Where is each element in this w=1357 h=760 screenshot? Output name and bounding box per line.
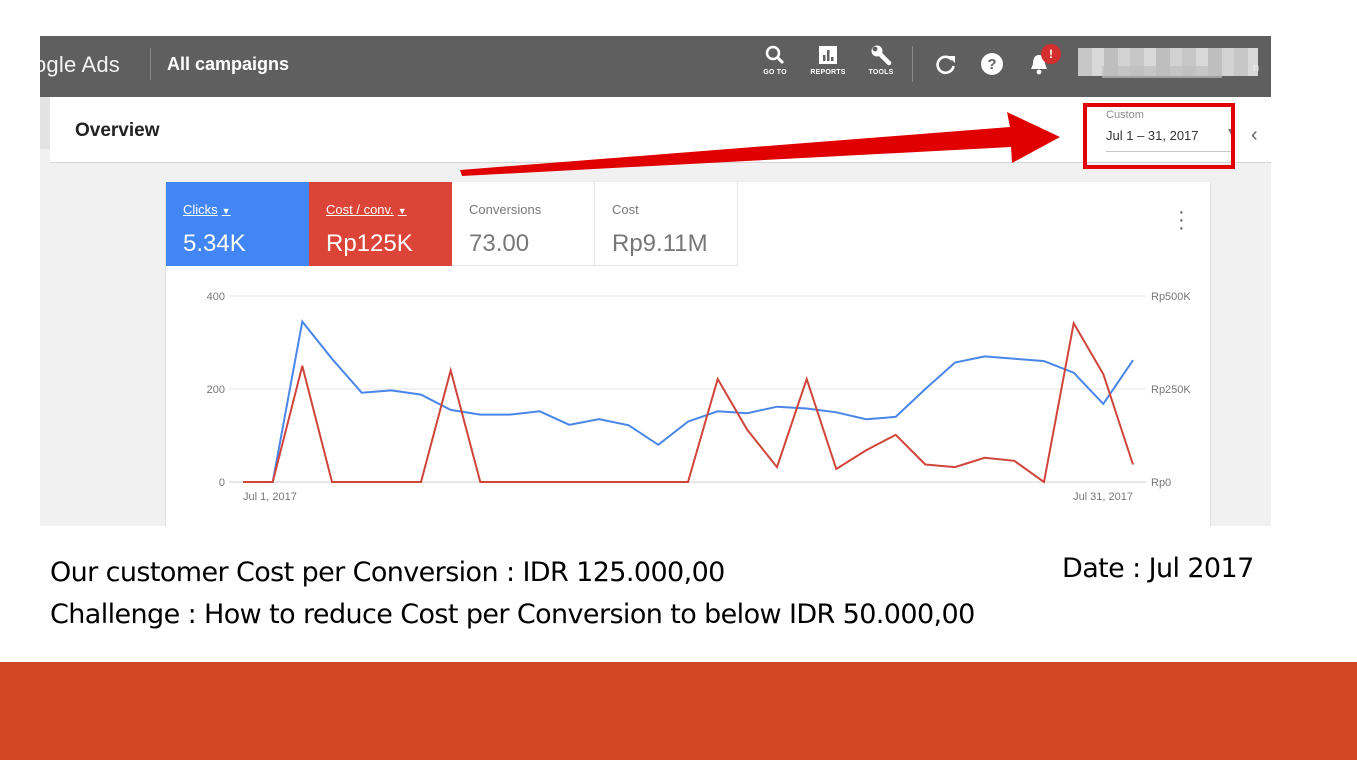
annotation-arrow [460, 112, 1060, 176]
annotation-arrow-layer [460, 112, 1060, 176]
caption-challenge: Challenge : How to reduce Cost per Conve… [50, 599, 975, 630]
footer-band [0, 662, 1357, 760]
caption-cost-per-conversion: Our customer Cost per Conversion : IDR 1… [50, 557, 725, 588]
caption-date: Date : Jul 2017 [1062, 553, 1254, 584]
